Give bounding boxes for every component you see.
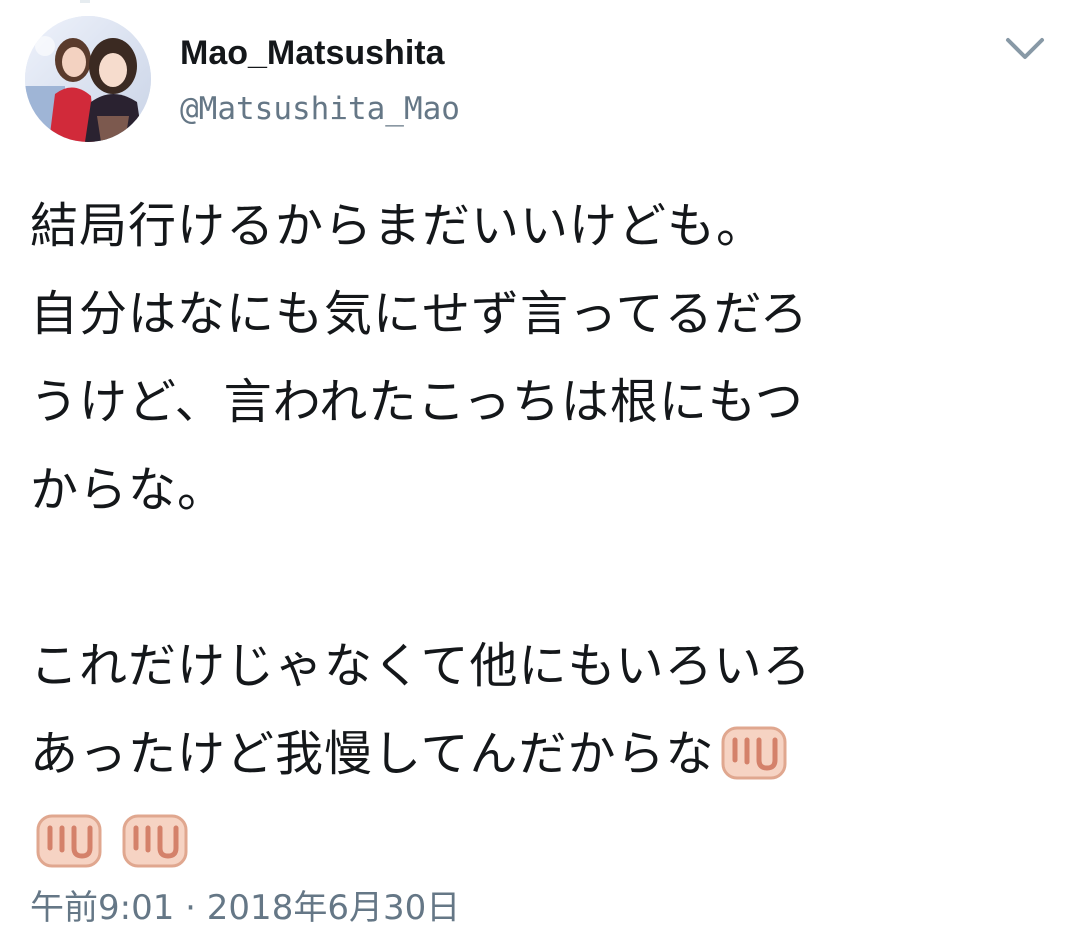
profile-photo-icon bbox=[25, 16, 151, 142]
oncoming-fist-icon bbox=[717, 722, 791, 784]
tweet-line: うけど、言われたこっちは根にもつ bbox=[30, 374, 804, 430]
tweet-line-with-emoji: あったけど我慢してんだからな bbox=[30, 710, 1040, 798]
paragraph-break bbox=[30, 534, 1040, 622]
emoji-row bbox=[30, 798, 1040, 886]
tweet-line: からな。 bbox=[30, 462, 227, 518]
chevron-down-icon[interactable] bbox=[1002, 32, 1048, 66]
tweet-timestamp[interactable]: 午前9:01 · 2018年6月30日 bbox=[30, 888, 460, 928]
tweet-date: 2018年6月30日 bbox=[206, 888, 461, 928]
top-divider bbox=[80, 0, 90, 3]
tweet-line: これだけじゃなくて他にもいろいろ bbox=[30, 638, 812, 694]
tweet-card: Mao_Matsushita @Matsushita_Mao 結局行けるからまだ… bbox=[0, 0, 1079, 942]
oncoming-fist-icon bbox=[32, 810, 106, 872]
tweet-line: 自分はなにも気にせず言ってるだろ bbox=[30, 286, 809, 342]
user-handle[interactable]: @Matsushita_Mao bbox=[180, 89, 460, 129]
tweet-line: 結局行けるからまだいいけども。 bbox=[30, 198, 766, 254]
tweet-line-text: あったけど我慢してんだからな bbox=[30, 726, 715, 782]
tweet-text: 結局行けるからまだいいけども。 自分はなにも気にせず言ってるだろ うけど、言われ… bbox=[30, 182, 1040, 886]
avatar[interactable] bbox=[25, 16, 151, 142]
display-name[interactable]: Mao_Matsushita bbox=[180, 33, 445, 73]
meta-separator: · bbox=[185, 888, 196, 928]
oncoming-fist-icon bbox=[118, 810, 192, 872]
tweet-time: 午前9:01 bbox=[30, 888, 175, 928]
